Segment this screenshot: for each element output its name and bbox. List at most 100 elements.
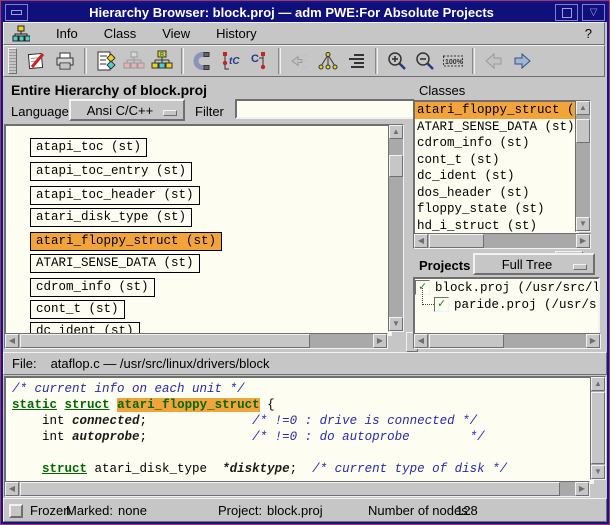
filter-input[interactable] [235,99,415,119]
window-menu-icon [11,10,22,15]
project-label: block.proj (/usr/src/lin [435,281,600,295]
project-checkbox[interactable]: ✓ [434,297,449,312]
print-icon [54,50,76,72]
magnet-icon [192,50,214,72]
scrollbar-left-button[interactable]: ◀ [414,334,428,348]
class-list-item[interactable]: dos_header (st) [415,185,577,202]
code-horizontal-scrollbar[interactable]: ◀▶ [4,481,590,497]
class-links-button[interactable]: C [245,48,273,74]
svg-text:tC: tC [229,56,240,67]
classes-vertical-scrollbar[interactable]: ▲▼ [575,100,591,232]
scrollbar-thumb[interactable] [591,392,605,464]
hierarchy-vertical-scrollbar[interactable]: ▲▼ [388,124,404,332]
scrollbar-thumb[interactable] [429,234,484,248]
projects-label: Projects [419,258,470,273]
frozen-checkbox[interactable] [9,504,23,518]
scrollbar-thumb[interactable] [429,334,504,348]
hierarchy-node[interactable]: cont_t (st) [30,300,125,319]
menu-info[interactable]: Info [56,26,78,41]
hierarchy-horizontal-scrollbar[interactable]: ◀▶ [4,333,388,349]
maximize-button[interactable] [555,4,578,21]
shade-button[interactable]: ▽ [582,4,605,21]
scrollbar-thumb[interactable] [20,482,560,496]
project-tree-item[interactable]: ✓paride.proj (/usr/src [434,296,598,313]
edit-note-button[interactable] [23,48,51,74]
scrollbar-down-button[interactable]: ▼ [591,465,605,479]
zoom-100-icon: 100% [442,50,464,72]
scrollbar-right-button[interactable]: ▶ [586,334,600,348]
class-list-item[interactable]: dc_ident (st) [415,168,577,185]
window-title: Hierarchy Browser: block.proj — adm PWE:… [30,5,553,20]
scrollbar-right-button[interactable]: ▶ [373,334,387,348]
option-menu-indicator [573,264,587,270]
classes-list[interactable]: atari_floppy_struct (st)ATARI_SENSE_DATA… [413,100,579,236]
focus-class-button[interactable]: tC [217,48,245,74]
align-list-icon [345,50,367,72]
class-list-item[interactable]: hd_i_struct (st) [415,218,577,235]
scrollbar-up-button[interactable]: ▲ [389,125,403,139]
hierarchy-node[interactable]: atari_disk_type (st) [30,208,192,227]
window-menu-button[interactable] [5,4,28,21]
class-info-icon [95,50,117,72]
code-line: int connected; /* !=0 : drive is connect… [6,413,592,429]
class-list-item[interactable]: cont_t (st) [415,152,577,169]
code-token [57,398,65,412]
window-body: Info Class View History ? RtCC100% Entir… [3,22,607,522]
class-list-item[interactable]: atari_floppy_struct (st) [415,102,577,119]
scrollbar-thumb[interactable] [389,155,403,177]
project-tree-item[interactable]: ✓block.proj (/usr/src/lin [415,279,598,296]
hierarchy-node-selected[interactable]: atari_floppy_struct (st) [30,232,222,251]
language-option-menu[interactable]: Ansi C/C++ [69,99,185,121]
zoom-100-button[interactable]: 100% [439,48,467,74]
toolbar-separator [375,48,378,74]
hierarchy-node[interactable]: ATARI_SENSE_DATA (st) [30,254,200,273]
hierarchy-app-icon [12,25,30,43]
scrollbar-left-button[interactable]: ◀ [5,482,19,496]
projects-horizontal-scrollbar[interactable]: ◀▶ [413,333,601,349]
class-list-item[interactable]: cdrom_info (st) [415,135,577,152]
scrollbar-up-button[interactable]: ▲ [576,101,590,115]
class-links-icon: C [248,50,270,72]
zoom-out-button[interactable] [411,48,439,74]
toolbar-grip[interactable] [8,48,17,74]
projects-tree[interactable]: ✓block.proj (/usr/src/lin✓paride.proj (/… [413,277,600,335]
scrollbar-left-button[interactable]: ◀ [5,334,19,348]
class-info-button[interactable] [92,48,120,74]
collapse-left-button [286,48,314,74]
code-line: /* current info on each unit */ [6,378,592,397]
menu-view[interactable]: View [162,26,190,41]
classes-horizontal-scrollbar[interactable]: ◀▶ [413,233,591,249]
title-bar[interactable]: Hierarchy Browser: block.proj — adm PWE:… [3,3,607,22]
scrollbar-thumb[interactable] [576,119,590,143]
scrollbar-down-button[interactable]: ▼ [576,217,590,231]
hierarchy-node[interactable]: atapi_toc (st) [30,138,147,157]
menu-history[interactable]: History [216,26,256,41]
align-list-button[interactable] [342,48,370,74]
forward-button[interactable] [508,48,536,74]
print-button[interactable] [51,48,79,74]
projects-view-option-menu[interactable]: Full Tree [473,253,595,275]
zoom-in-button[interactable] [383,48,411,74]
class-list-item[interactable]: floppy_state (st) [415,201,577,218]
hierarchy-node[interactable]: atapi_toc_entry (st) [30,162,192,181]
hierarchy-node[interactable]: cdrom_info (st) [30,278,155,297]
collapse-left-icon [289,50,311,72]
scrollbar-right-button[interactable]: ▶ [576,234,590,248]
scrollbar-right-button[interactable]: ▶ [575,482,589,496]
code-vertical-scrollbar[interactable]: ▲▼ [590,376,606,480]
menu-help[interactable]: ? [585,26,592,41]
expand-tree-button[interactable] [314,48,342,74]
scrollbar-thumb[interactable] [20,334,310,348]
scrollbar-down-button[interactable]: ▼ [389,317,403,331]
code-token [110,398,118,412]
hierarchy-node[interactable]: atapi_toc_header (st) [30,186,200,205]
code-view[interactable]: /* current info on each unit */static st… [4,376,594,484]
scrollbar-left-button[interactable]: ◀ [414,234,428,248]
scrollbar-up-button[interactable]: ▲ [591,377,605,391]
magnet-button[interactable] [189,48,217,74]
option-menu-indicator [163,110,177,116]
hierarchy-canvas[interactable]: atapi_toc (st) atapi_toc_entry (st) atapi_… [4,124,392,336]
class-list-item[interactable]: ATARI_SENSE_DATA (st) [415,119,577,136]
menu-class[interactable]: Class [104,26,137,41]
hierarchy-project-button[interactable]: R [148,48,176,74]
